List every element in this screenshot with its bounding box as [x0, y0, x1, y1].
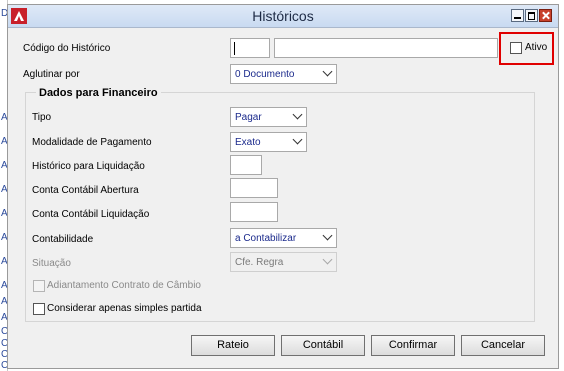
aglutinar-select[interactable]: 0 Documento [230, 64, 337, 84]
ativo-highlight-box [499, 32, 554, 65]
maximize-icon[interactable] [525, 9, 538, 22]
aglutinar-value: 0 Documento [235, 69, 295, 80]
conta-abertura-input[interactable] [230, 178, 278, 198]
chevron-down-icon [292, 109, 303, 120]
adiantamento-checkbox[interactable] [33, 280, 45, 292]
conta-liquidacao-label: Conta Contábil Liquidação [32, 209, 150, 220]
situacao-value: Cfe. Regra [235, 257, 284, 268]
text-cursor [234, 42, 235, 55]
considerar-label: Considerar apenas simples partida [47, 303, 202, 314]
minimize-icon[interactable] [511, 9, 524, 22]
tipo-select[interactable]: Pagar [230, 107, 307, 127]
chevron-down-icon [292, 134, 303, 145]
chevron-down-icon [322, 254, 333, 265]
contabilidade-label: Contabilidade [32, 234, 94, 245]
conta-liquidacao-input[interactable] [230, 202, 278, 222]
modalidade-value: Exato [235, 137, 261, 148]
chevron-down-icon [322, 230, 333, 241]
chevron-down-icon [322, 66, 333, 77]
contabilidade-value: a Contabilizar [235, 233, 297, 244]
codigo-label: Código do Histórico [23, 43, 111, 54]
rateio-button[interactable]: Rateio [191, 335, 275, 356]
title-bar[interactable]: Históricos [8, 5, 558, 28]
situacao-label: Situação [32, 258, 71, 269]
confirmar-button[interactable]: Confirmar [371, 335, 455, 356]
modalidade-label: Modalidade de Pagamento [32, 137, 152, 148]
adiantamento-label: Adiantamento Contrato de Câmbio [47, 280, 201, 291]
tipo-label: Tipo [32, 112, 52, 123]
tipo-value: Pagar [235, 112, 262, 123]
considerar-checkbox[interactable] [33, 303, 45, 315]
group-title: Dados para Financeiro [36, 87, 161, 99]
codigo-input[interactable] [230, 38, 270, 58]
conta-abertura-label: Conta Contábil Abertura [32, 185, 139, 196]
window-title: Históricos [252, 8, 314, 24]
contabilidade-select[interactable]: a Contabilizar [230, 228, 337, 248]
descricao-input[interactable] [274, 38, 498, 58]
modalidade-select[interactable]: Exato [230, 132, 307, 152]
aglutinar-label: Aglutinar por [23, 69, 80, 80]
historicos-dialog: Históricos Código do Histórico Ativo Agl… [7, 4, 559, 369]
situacao-select[interactable]: Cfe. Regra [230, 252, 337, 272]
historico-liquidacao-label: Histórico para Liquidação [32, 161, 145, 172]
cancelar-button[interactable]: Cancelar [461, 335, 545, 356]
historico-liquidacao-input[interactable] [230, 155, 262, 175]
contabil-button[interactable]: Contábil [281, 335, 365, 356]
close-icon[interactable] [539, 9, 552, 22]
